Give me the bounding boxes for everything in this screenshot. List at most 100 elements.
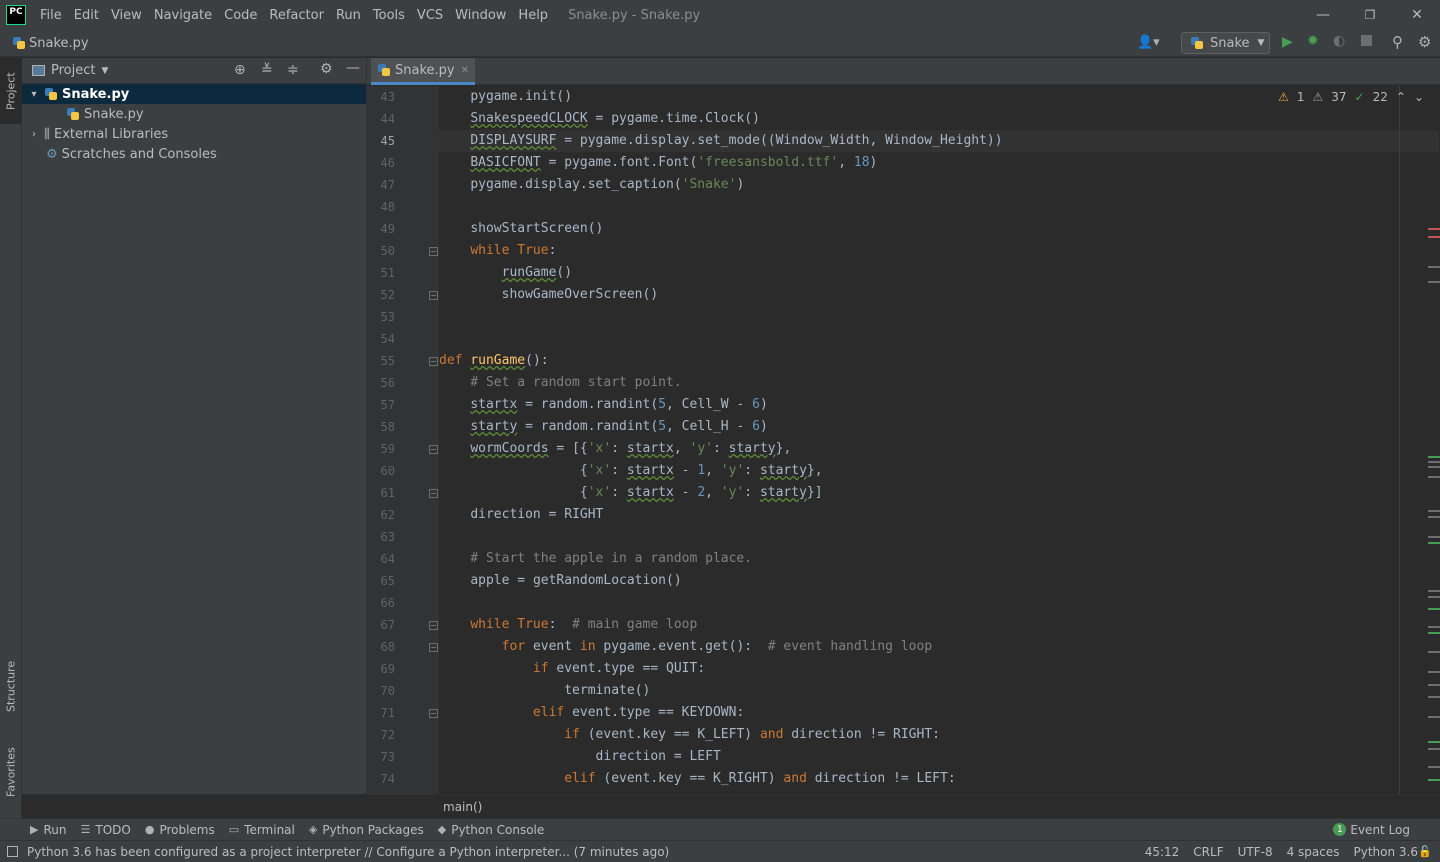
menu-navigate[interactable]: Navigate <box>148 8 218 23</box>
run-config-select[interactable]: Snake ▼ <box>1181 32 1270 54</box>
file-encoding[interactable]: UTF-8 <box>1238 845 1273 859</box>
fold-marker-icon[interactable]: − <box>429 489 438 498</box>
caret-position[interactable]: 45:12 <box>1145 845 1180 859</box>
tree-item[interactable]: ▾ Snake.py <box>22 84 366 104</box>
error-stripe-mark[interactable] <box>1428 626 1440 628</box>
line-number: 53 <box>380 310 395 324</box>
error-stripe-mark[interactable] <box>1428 461 1440 463</box>
navigation-bar: Snake.py 👤▾ Snake ▼ ▶ ✹ ◐ ⚲ ⚙ <box>0 30 1440 57</box>
error-stripe-mark[interactable] <box>1428 590 1440 592</box>
project-tool-tab[interactable]: Project <box>0 58 22 124</box>
menu-file[interactable]: File <box>34 8 68 23</box>
error-stripe-mark[interactable] <box>1428 632 1440 634</box>
error-stripe-mark[interactable] <box>1428 236 1440 238</box>
fold-marker-icon[interactable]: − <box>429 357 438 366</box>
error-stripe-mark[interactable] <box>1428 684 1440 686</box>
error-stripe-mark[interactable] <box>1428 608 1440 610</box>
error-stripe-mark[interactable] <box>1428 281 1440 283</box>
tab-snake-py[interactable]: Snake.py ✕ <box>371 58 475 85</box>
settings-gear-icon[interactable]: ⚙ <box>1418 33 1431 51</box>
run-icon[interactable]: ▶ <box>1282 34 1293 50</box>
menu-help[interactable]: Help <box>512 8 554 23</box>
user-icon[interactable]: 👤▾ <box>1137 35 1160 50</box>
stop-icon[interactable] <box>1361 35 1372 46</box>
breadcrumb-function[interactable]: main() <box>443 800 482 814</box>
indent-setting[interactable]: 4 spaces <box>1287 845 1340 859</box>
fold-marker-icon[interactable]: − <box>429 291 438 300</box>
python-project-icon <box>44 87 58 101</box>
chevron-down-icon[interactable]: ▼ <box>101 66 108 76</box>
line-separator[interactable]: CRLF <box>1193 845 1223 859</box>
error-stripe[interactable] <box>1428 86 1440 794</box>
inspection-widget[interactable]: ⚠ 1 ⚠ 37 ✓ 22 ⌃ ⌄ <box>1278 90 1424 104</box>
toggle-tool-windows-icon[interactable] <box>7 846 18 857</box>
error-stripe-mark[interactable] <box>1428 696 1440 698</box>
coverage-icon[interactable]: ◐ <box>1333 33 1345 49</box>
menu-tools[interactable]: Tools <box>367 8 411 23</box>
structure-tool-tab[interactable]: Structure <box>0 648 22 724</box>
tree-item[interactable]: ⚙ Scratches and Consoles <box>22 144 366 164</box>
error-stripe-mark[interactable] <box>1428 651 1440 653</box>
chevron-down-icon[interactable]: ▾ <box>28 89 40 100</box>
error-stripe-mark[interactable] <box>1428 542 1440 544</box>
error-stripe-mark[interactable] <box>1428 716 1440 718</box>
tool-window-terminal[interactable]: ▭ Terminal <box>229 823 295 837</box>
collapse-all-icon[interactable]: ≑ <box>287 62 299 78</box>
fold-marker-icon[interactable]: − <box>429 247 438 256</box>
code-editor[interactable]: 43 44 45 46 47 48 49 50 − 51 52 − 53 54 55 − 56 57 58 59 − 60… <box>367 86 1440 794</box>
menu-view[interactable]: View <box>105 8 148 23</box>
error-stripe-mark[interactable] <box>1428 536 1440 538</box>
error-stripe-mark[interactable] <box>1428 466 1440 468</box>
error-stripe-mark[interactable] <box>1428 748 1440 750</box>
fold-marker-icon[interactable]: − <box>429 621 438 630</box>
python-interpreter[interactable]: Python 3.6 <box>1354 845 1419 859</box>
restore-button[interactable]: ❐ <box>1347 0 1393 30</box>
previous-highlight-icon[interactable]: ⌃ <box>1396 90 1406 104</box>
project-panel-title[interactable]: Project <box>51 63 95 78</box>
menu-edit[interactable]: Edit <box>68 8 105 23</box>
lock-icon[interactable]: 🔓 <box>1418 845 1432 858</box>
status-message[interactable]: Python 3.6 has been configured as a proj… <box>27 845 669 859</box>
error-stripe-mark[interactable] <box>1428 671 1440 673</box>
nav-file-breadcrumb[interactable]: Snake.py <box>29 36 89 51</box>
fold-marker-icon[interactable]: − <box>429 445 438 454</box>
menu-window[interactable]: Window <box>449 8 512 23</box>
tool-window-todo[interactable]: ☰ TODO <box>80 823 130 837</box>
error-stripe-mark[interactable] <box>1428 766 1440 768</box>
close-tab-icon[interactable]: ✕ <box>461 65 469 76</box>
locate-icon[interactable]: ⊕ <box>234 62 246 78</box>
hide-panel-icon[interactable]: — <box>346 60 360 76</box>
debug-icon[interactable]: ✹ <box>1307 33 1319 49</box>
tool-window-problems[interactable]: ● Problems <box>145 823 215 837</box>
error-stripe-mark[interactable] <box>1428 596 1440 598</box>
event-log-button[interactable]: 1 Event Log <box>1333 823 1410 837</box>
next-highlight-icon[interactable]: ⌄ <box>1414 90 1424 104</box>
menu-vcs[interactable]: VCS <box>411 8 449 23</box>
favorites-tool-tab[interactable]: Favorites <box>0 734 22 810</box>
error-stripe-mark[interactable] <box>1428 228 1440 230</box>
menu-run[interactable]: Run <box>330 8 367 23</box>
error-stripe-mark[interactable] <box>1428 476 1440 478</box>
error-stripe-mark[interactable] <box>1428 779 1440 781</box>
error-stripe-mark[interactable] <box>1428 510 1440 512</box>
close-button[interactable]: ✕ <box>1394 0 1440 30</box>
minimize-button[interactable]: — <box>1300 0 1346 30</box>
tree-item[interactable]: › ⫼ External Libraries <box>22 124 366 144</box>
fold-marker-icon[interactable]: − <box>429 709 438 718</box>
tool-window-run[interactable]: ▶ Run <box>30 823 66 837</box>
expand-all-icon[interactable]: ≚ <box>261 62 273 78</box>
fold-marker-icon[interactable]: − <box>429 643 438 652</box>
error-stripe-mark[interactable] <box>1428 741 1440 743</box>
tool-window-python-console[interactable]: ◆ Python Console <box>438 823 545 837</box>
search-icon[interactable]: ⚲ <box>1392 33 1403 51</box>
menu-code[interactable]: Code <box>218 8 263 23</box>
settings-gear-icon[interactable]: ⚙ <box>320 61 333 77</box>
tool-window-python-packages[interactable]: ◈ Python Packages <box>309 823 424 837</box>
menu-refactor[interactable]: Refactor <box>263 8 330 23</box>
chevron-right-icon[interactable]: › <box>28 129 40 140</box>
error-stripe-mark[interactable] <box>1428 516 1440 518</box>
error-stripe-mark[interactable] <box>1428 266 1440 268</box>
tree-item[interactable]: Snake.py <box>22 104 366 124</box>
line-number: 55 <box>380 354 395 368</box>
error-stripe-mark[interactable] <box>1428 456 1440 458</box>
